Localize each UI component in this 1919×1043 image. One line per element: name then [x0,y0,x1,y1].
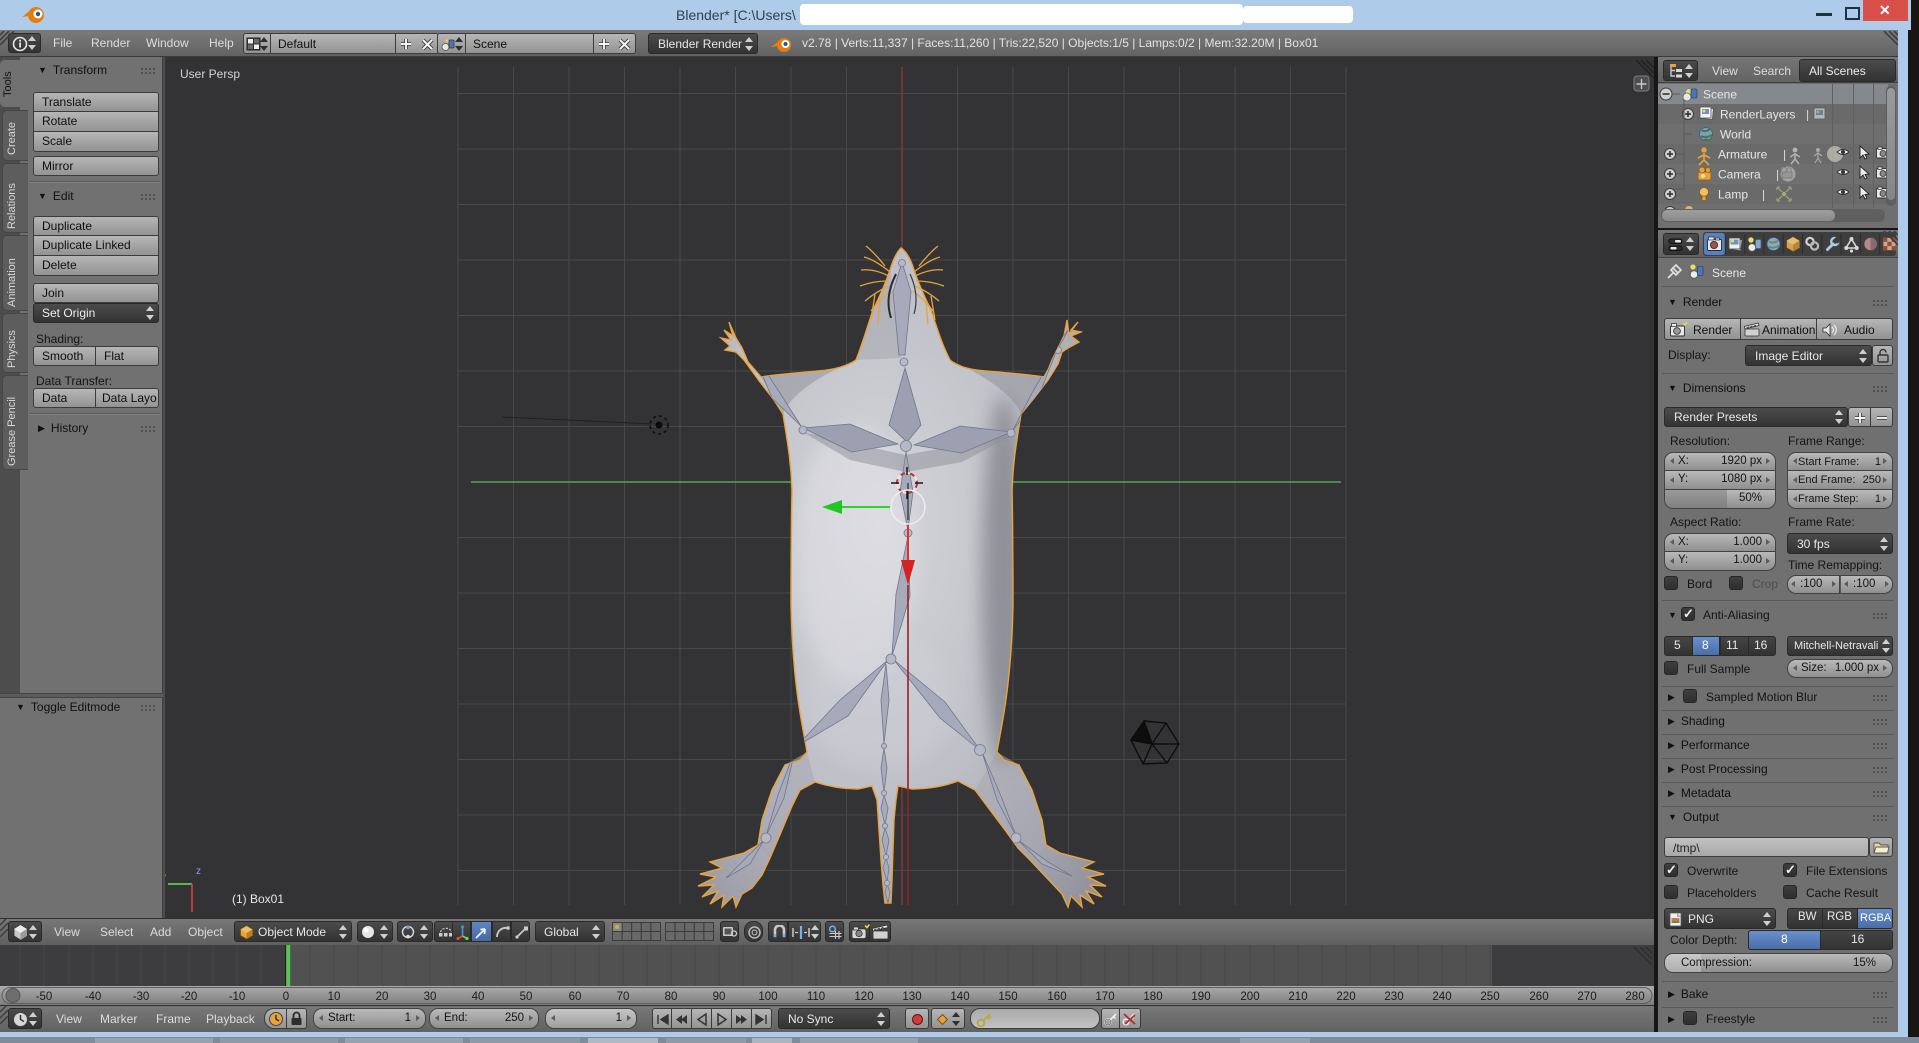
svg-text:270: 270 [1577,991,1596,1003]
svg-text:RenderLayers: RenderLayers [1720,108,1795,122]
svg-text:120: 120 [854,991,873,1003]
svg-text:y: y [165,872,166,883]
svg-text:100: 100 [758,991,777,1003]
svg-text:User Persp: User Persp [180,67,240,81]
svg-text:World: World [1720,128,1751,142]
svg-text:160: 160 [1047,991,1066,1003]
svg-text:|: | [1806,108,1809,122]
svg-text:80: 80 [665,991,678,1003]
svg-text:70: 70 [617,991,630,1003]
svg-text:280: 280 [1625,991,1644,1003]
svg-text:230: 230 [1384,991,1403,1003]
svg-text:110: 110 [807,991,825,1003]
svg-text:210: 210 [1288,991,1307,1003]
svg-text:40: 40 [472,991,485,1003]
svg-text:180: 180 [1143,991,1162,1003]
svg-text:150: 150 [998,991,1017,1003]
svg-text:Scene: Scene [1703,88,1737,102]
svg-text:Lamp: Lamp [1718,188,1748,202]
svg-text:-20: -20 [181,991,198,1003]
svg-text:50: 50 [520,991,533,1003]
svg-text:0: 0 [283,991,289,1003]
svg-text:90: 90 [713,991,726,1003]
svg-text:-10: -10 [229,991,246,1003]
svg-text:130: 130 [902,991,921,1003]
svg-text:220: 220 [1336,991,1355,1003]
svg-text:|: | [1783,148,1786,162]
svg-text:z: z [196,866,201,877]
svg-text:(1) Box01: (1) Box01 [232,892,284,906]
svg-text:30: 30 [424,991,437,1003]
svg-text:20: 20 [376,991,389,1003]
svg-text:-50: -50 [36,991,53,1003]
svg-text:|: | [1776,168,1779,182]
svg-text:Armature: Armature [1718,148,1768,162]
svg-text:260: 260 [1529,991,1548,1003]
svg-text:|: | [1762,188,1765,202]
svg-text:10: 10 [328,991,341,1003]
svg-text:190: 190 [1191,991,1210,1003]
svg-text:140: 140 [950,991,969,1003]
svg-text:-40: -40 [85,991,102,1003]
svg-text:200: 200 [1240,991,1259,1003]
svg-text:Camera: Camera [1718,168,1761,182]
svg-text:-30: -30 [133,991,150,1003]
svg-text:170: 170 [1095,991,1114,1003]
svg-text:240: 240 [1432,991,1451,1003]
svg-text:60: 60 [569,991,582,1003]
svg-text:250: 250 [1480,991,1499,1003]
